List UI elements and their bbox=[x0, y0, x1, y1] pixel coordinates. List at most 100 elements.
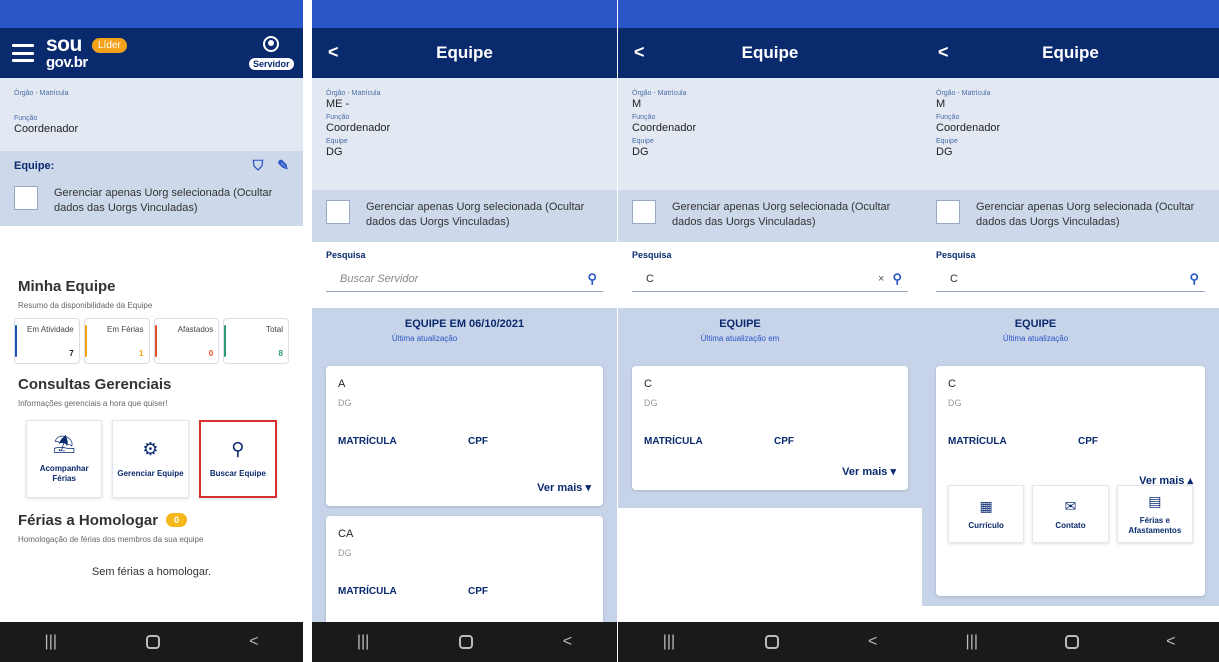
team-stats: Em Atividade 7 Em Férias 1 Afastados 0 T… bbox=[0, 317, 303, 364]
search-icon[interactable]: ⚲ bbox=[587, 271, 597, 287]
uorg-checkbox-row: Gerenciar apenas Uorg selecionada (Ocult… bbox=[618, 190, 922, 242]
uorg-checkbox[interactable] bbox=[632, 200, 656, 224]
stat-em-ferias[interactable]: Em Férias 1 bbox=[83, 317, 150, 364]
member-card[interactable]: A DG MATRÍCULA CPF Ver mais ▾ bbox=[326, 366, 603, 506]
equipe-label: Equipe: bbox=[14, 159, 55, 172]
edit-icon[interactable]: ✎ bbox=[277, 157, 289, 174]
search-value: C bbox=[950, 272, 958, 285]
stat-afastados[interactable]: Afastados 0 bbox=[153, 317, 220, 364]
back-nav-button[interactable]: < bbox=[249, 633, 258, 651]
calendar-icon: ▤ bbox=[1148, 493, 1162, 510]
profile-button[interactable]: Servidor bbox=[249, 36, 294, 72]
ultima-atualizacao: Última atualização bbox=[391, 334, 458, 343]
equipe-bar: Equipe: ⛉ ✎ bbox=[0, 151, 303, 180]
status-bar bbox=[312, 0, 617, 28]
list-header: EQUIPE EM 06/10/2021 bbox=[404, 318, 525, 330]
status-bar bbox=[0, 0, 303, 28]
uorg-checkbox[interactable] bbox=[936, 200, 960, 224]
hamburger-icon[interactable] bbox=[12, 44, 34, 62]
user-info-panel: Órgão - Matrícula M Função Coordenador E… bbox=[618, 78, 922, 190]
uorg-checkbox[interactable] bbox=[14, 186, 38, 210]
search-input[interactable]: C × ⚲ bbox=[632, 266, 908, 292]
funcao-label: Função bbox=[14, 115, 38, 122]
team-list: EQUIPE Última atualização C DG MATRÍCULA… bbox=[922, 308, 1219, 622]
consultas-subtitle: Informações gerenciais a hora que quiser… bbox=[18, 398, 168, 408]
back-nav-button[interactable]: < bbox=[1166, 633, 1175, 651]
ferias-afastamentos-button[interactable]: ▤ Férias e Afastamentos bbox=[1116, 485, 1193, 543]
app-header: < Equipe bbox=[312, 28, 617, 78]
back-button[interactable]: < bbox=[938, 42, 949, 63]
user-circle-icon bbox=[263, 36, 279, 52]
member-card[interactable]: CA DG MATRÍCULA CPF bbox=[326, 516, 603, 622]
search-icon[interactable]: ⚲ bbox=[892, 271, 902, 287]
home-button[interactable] bbox=[764, 635, 779, 649]
member-card[interactable]: C DG MATRÍCULA CPF Ver mais ▴ ▦ Currícul… bbox=[936, 366, 1205, 596]
ver-mais-button[interactable]: Ver mais ▾ bbox=[842, 465, 896, 478]
uorg-checkbox-row: Gerenciar apenas Uorg selecionada (Ocult… bbox=[922, 190, 1219, 242]
member-card[interactable]: C DG MATRÍCULA CPF Ver mais ▾ bbox=[632, 366, 908, 490]
gerenciar-equipe-button[interactable]: ⚙ Gerenciar Equipe bbox=[112, 419, 189, 498]
status-bar bbox=[618, 0, 922, 28]
search-placeholder: Buscar Servidor bbox=[340, 272, 419, 285]
ultima-atualizacao: Última atualização bbox=[1002, 334, 1069, 343]
list-header: EQUIPE bbox=[719, 318, 761, 330]
clear-search-icon[interactable]: × bbox=[878, 273, 884, 285]
screen-equipe-search: < Equipe Órgão - Matrícula M Função Coor… bbox=[618, 0, 922, 662]
acompanhar-ferias-button[interactable]: ⛱ Acompanhar Férias bbox=[26, 419, 103, 498]
status-bar bbox=[922, 0, 1219, 28]
team-settings-icon: ⚙ bbox=[142, 438, 159, 459]
team-list: EQUIPE EM 06/10/2021 Última atualização … bbox=[312, 308, 617, 622]
list-header: EQUIPE bbox=[1014, 318, 1057, 330]
buscar-equipe-button[interactable]: ⚲ Buscar Equipe bbox=[198, 419, 277, 498]
android-navbar: ||| < bbox=[922, 622, 1219, 662]
back-nav-button[interactable]: < bbox=[563, 633, 572, 651]
back-nav-button[interactable]: < bbox=[868, 633, 877, 651]
minha-equipe-title: Minha Equipe bbox=[18, 277, 116, 295]
consultas-tiles: ⛱ Acompanhar Férias ⚙ Gerenciar Equipe ⚲… bbox=[0, 419, 303, 498]
recent-apps-button[interactable]: ||| bbox=[663, 633, 675, 651]
ferias-count-badge: 0 bbox=[166, 513, 188, 528]
ver-menos-button[interactable]: Ver mais ▴ bbox=[1139, 474, 1193, 487]
search-value: C bbox=[646, 272, 654, 285]
user-info-panel: Órgão - Matrícula M Função Coordenador E… bbox=[922, 78, 1219, 190]
minha-equipe-subtitle: Resumo da disponibilidade da Equipe bbox=[18, 300, 153, 310]
screenshot-collage: sou gov.br Líder Servidor Órgão - Matríc… bbox=[0, 0, 1219, 662]
search-input[interactable]: Buscar Servidor ⚲ bbox=[326, 266, 603, 292]
sem-ferias-text: Sem férias a homologar. bbox=[91, 565, 212, 578]
umbrella-icon: ⛱ bbox=[52, 434, 76, 455]
app-header: < Equipe bbox=[618, 28, 922, 78]
home-button[interactable] bbox=[1065, 635, 1080, 649]
home-button[interactable] bbox=[146, 635, 161, 649]
funcao-value: Coordenador bbox=[14, 123, 79, 135]
graduation-cap-icon: ▦ bbox=[979, 497, 993, 514]
curriculo-button[interactable]: ▦ Currículo bbox=[948, 485, 1025, 543]
home-button[interactable] bbox=[459, 635, 474, 649]
app-logo: sou gov.br bbox=[46, 33, 88, 71]
profile-label: Servidor bbox=[249, 58, 294, 70]
uorg-checkbox-row: Gerenciar apenas Uorg selecionada (Ocult… bbox=[0, 180, 303, 226]
pesquisa-label: Pesquisa bbox=[936, 250, 976, 260]
stat-em-atividade[interactable]: Em Atividade 7 bbox=[14, 317, 80, 364]
search-icon[interactable]: ⚲ bbox=[1189, 271, 1199, 287]
app-header: sou gov.br Líder Servidor bbox=[0, 28, 303, 78]
android-navbar: ||| < bbox=[0, 622, 303, 662]
search-input[interactable]: C ⚲ bbox=[936, 266, 1205, 292]
ver-mais-button[interactable]: Ver mais ▾ bbox=[537, 481, 591, 494]
contato-button[interactable]: ✉ Contato bbox=[1032, 485, 1109, 543]
back-button[interactable]: < bbox=[634, 42, 645, 63]
page-title: Equipe bbox=[436, 43, 493, 62]
consultas-title: Consultas Gerenciais bbox=[18, 375, 172, 393]
orgao-label: Órgão - Matrícula bbox=[14, 90, 69, 97]
recent-apps-button[interactable]: ||| bbox=[45, 633, 57, 651]
recent-apps-button[interactable]: ||| bbox=[966, 633, 978, 651]
app-header: < Equipe bbox=[922, 28, 1219, 78]
pesquisa-label: Pesquisa bbox=[326, 250, 366, 260]
page-title: Equipe bbox=[1042, 43, 1099, 62]
filter-icon[interactable]: ⛉ bbox=[253, 157, 264, 174]
magnifier-icon: ⚲ bbox=[231, 438, 245, 459]
stat-total[interactable]: Total 8 bbox=[223, 317, 289, 364]
back-button[interactable]: < bbox=[328, 42, 339, 63]
recent-apps-button[interactable]: ||| bbox=[357, 633, 369, 651]
uorg-checkbox[interactable] bbox=[326, 200, 350, 224]
member-actions: ▦ Currículo ✉ Contato ▤ Férias e Afastam… bbox=[936, 485, 1205, 543]
